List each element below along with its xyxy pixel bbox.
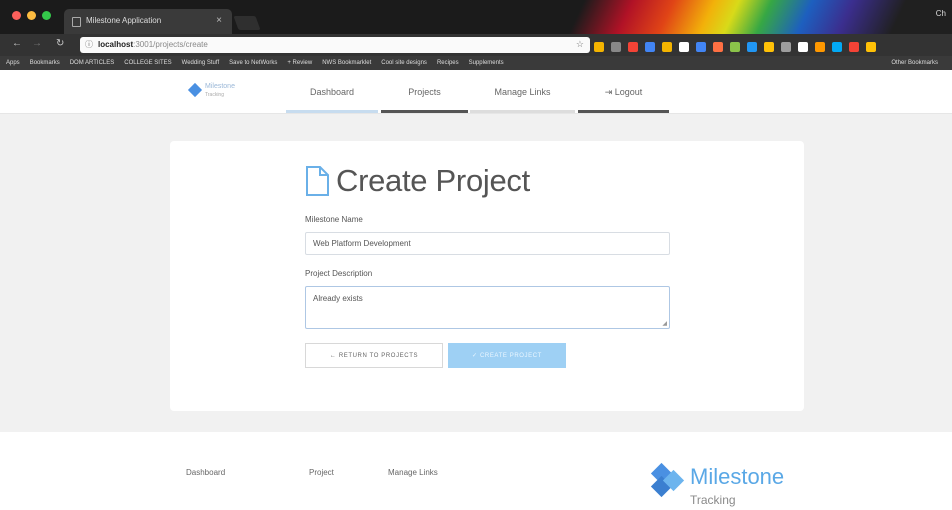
milestone-name-label: Milestone Name bbox=[305, 215, 363, 224]
brand-name: Milestone bbox=[205, 83, 235, 90]
new-tab-button[interactable] bbox=[233, 16, 261, 30]
close-window-icon[interactable] bbox=[12, 11, 21, 20]
nav-link-label: Logout bbox=[614, 87, 643, 97]
bookmark-item[interactable]: DOM ARTICLES bbox=[70, 60, 115, 66]
footer-link-project[interactable]: Project bbox=[309, 468, 334, 477]
bookmarks-bar: Apps Bookmarks DOM ARTICLES COLLEGE SITES We… bbox=[0, 56, 952, 70]
close-tab-icon[interactable]: × bbox=[216, 15, 222, 26]
nav-link-label: Manage Links bbox=[494, 87, 551, 97]
browser-extension-icon[interactable] bbox=[645, 42, 655, 52]
bookmark-item[interactable]: Recipes bbox=[437, 60, 459, 66]
footer-logo-tagline: Tracking bbox=[690, 493, 736, 507]
milestone-name-input[interactable]: Web Platform Development bbox=[305, 232, 670, 255]
nav-link-dashboard[interactable]: Dashboard bbox=[286, 70, 378, 114]
bookmark-item[interactable]: Supplements bbox=[469, 60, 504, 66]
page-favicon-icon bbox=[72, 17, 81, 27]
project-description-label: Project Description bbox=[305, 269, 373, 278]
url-host: localhost bbox=[98, 40, 134, 49]
bookmark-item[interactable]: Save to NetWorks bbox=[229, 60, 277, 66]
minimize-window-icon[interactable] bbox=[27, 11, 36, 20]
maximize-window-icon[interactable] bbox=[42, 11, 51, 20]
forward-icon[interactable]: → bbox=[32, 38, 42, 49]
nav-link-logout[interactable]: ⇥ Logout bbox=[578, 70, 669, 114]
bookmark-item[interactable]: COLLEGE SITES bbox=[124, 60, 171, 66]
browser-theme-decoration bbox=[560, 0, 952, 34]
profile-button[interactable]: Ch bbox=[936, 9, 946, 18]
bookmark-item[interactable]: + Review bbox=[287, 60, 312, 66]
project-description-value: Already exists bbox=[313, 294, 363, 303]
create-project-button[interactable]: ✓ CREATE PROJECT bbox=[448, 343, 566, 368]
browser-extension-icon[interactable] bbox=[713, 42, 723, 52]
check-icon: ✓ bbox=[472, 353, 478, 359]
url-path: :3001/projects/create bbox=[133, 40, 208, 49]
brand-tagline: Tracking bbox=[205, 92, 224, 98]
browser-extension-icon[interactable] bbox=[815, 42, 825, 52]
bookmark-item[interactable]: Cool site designs bbox=[381, 60, 427, 66]
document-icon bbox=[306, 166, 329, 196]
reload-icon[interactable]: ↻ bbox=[56, 38, 64, 49]
nav-underline bbox=[381, 110, 468, 113]
browser-tab-strip: Milestone Application × Ch bbox=[0, 0, 952, 34]
browser-extension-icon[interactable] bbox=[747, 42, 757, 52]
nav-link-label: Projects bbox=[408, 87, 441, 97]
page-title-text: Create Project bbox=[336, 163, 530, 198]
site-footer: Dashboard Project Manage Links Milestone… bbox=[0, 432, 952, 510]
address-bar[interactable]: ⓘ localhost:3001/projects/create ☆ bbox=[80, 37, 590, 53]
browser-extension-icon[interactable] bbox=[628, 42, 638, 52]
nav-link-manage-links[interactable]: Manage Links bbox=[470, 70, 575, 114]
browser-extension-icon[interactable] bbox=[764, 42, 774, 52]
back-icon[interactable]: ← bbox=[12, 38, 22, 49]
logout-icon: ⇥ bbox=[604, 87, 613, 97]
site-navbar: Milestone Tracking Dashboard Projects Ma… bbox=[0, 70, 952, 114]
bookmark-star-icon[interactable]: ☆ bbox=[576, 39, 584, 50]
bookmark-item[interactable]: Bookmarks bbox=[30, 60, 60, 66]
project-description-textarea[interactable]: Already exists ◢ bbox=[305, 286, 670, 329]
nav-underline bbox=[286, 110, 378, 113]
other-bookmarks[interactable]: Other Bookmarks bbox=[891, 60, 938, 66]
diamond-logo-icon bbox=[187, 82, 203, 98]
nav-underline bbox=[578, 110, 669, 113]
footer-logo-name: Milestone bbox=[690, 464, 785, 489]
browser-extension-icon[interactable] bbox=[866, 42, 876, 52]
tab-title: Milestone Application bbox=[86, 16, 162, 25]
bookmark-item[interactable]: Wedding Stuff bbox=[182, 60, 219, 66]
page-info-icon[interactable]: ⓘ bbox=[85, 39, 93, 50]
browser-toolbar: ← → ↻ ⓘ localhost:3001/projects/create ☆ bbox=[0, 34, 952, 56]
browser-extension-icon[interactable] bbox=[832, 42, 842, 52]
resize-grip-icon[interactable]: ◢ bbox=[662, 320, 667, 327]
browser-extension-icon[interactable] bbox=[849, 42, 859, 52]
nav-underline bbox=[470, 110, 575, 113]
browser-extension-icon[interactable] bbox=[662, 42, 672, 52]
bookmark-list: Apps Bookmarks DOM ARTICLES COLLEGE SITES We… bbox=[6, 60, 514, 66]
browser-extension-icon[interactable] bbox=[594, 42, 604, 52]
browser-extension-icon[interactable] bbox=[798, 42, 808, 52]
browser-extension-icon[interactable] bbox=[611, 42, 621, 52]
browser-extension-icon[interactable] bbox=[696, 42, 706, 52]
return-to-projects-button[interactable]: ← RETURN TO PROJECTS bbox=[305, 343, 443, 368]
nav-link-projects[interactable]: Projects bbox=[381, 70, 468, 114]
footer-link-manage-links[interactable]: Manage Links bbox=[388, 468, 438, 477]
browser-extension-icon[interactable] bbox=[730, 42, 740, 52]
bookmark-item[interactable]: NWS Bookmarklet bbox=[322, 60, 371, 66]
return-button-label: RETURN TO PROJECTS bbox=[338, 353, 419, 359]
browser-tab[interactable]: Milestone Application × bbox=[64, 9, 232, 34]
extension-icons bbox=[594, 39, 883, 57]
arrow-left-icon: ← bbox=[329, 353, 337, 359]
nav-link-label: Dashboard bbox=[309, 87, 355, 97]
milestone-name-value: Web Platform Development bbox=[313, 239, 411, 248]
browser-extension-icon[interactable] bbox=[781, 42, 791, 52]
create-button-label: CREATE PROJECT bbox=[479, 353, 542, 359]
browser-extension-icon[interactable] bbox=[679, 42, 689, 52]
footer-link-dashboard[interactable]: Dashboard bbox=[186, 468, 225, 477]
bookmark-item[interactable]: Apps bbox=[6, 60, 20, 66]
